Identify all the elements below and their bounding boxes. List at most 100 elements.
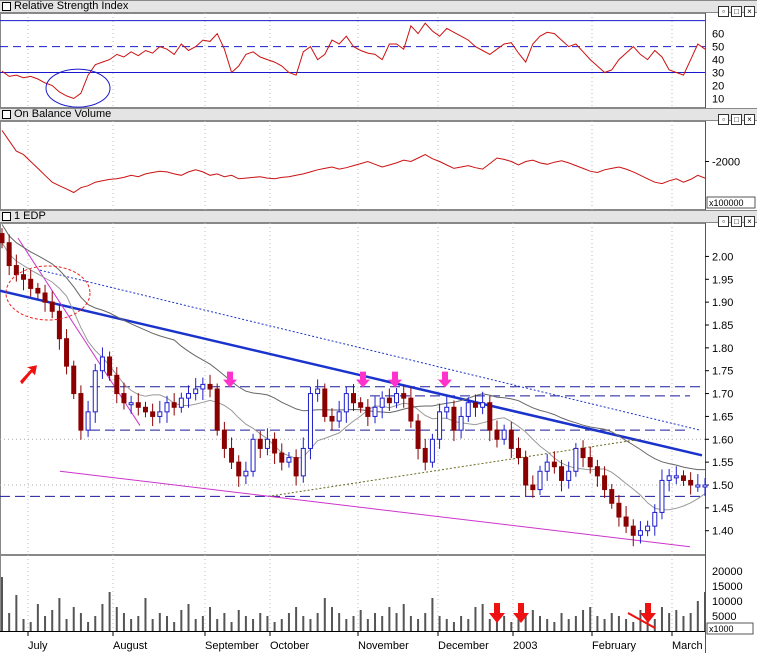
candle-body bbox=[286, 457, 292, 463]
candle-body bbox=[85, 411, 91, 431]
candle-body bbox=[386, 397, 392, 404]
price-tick-label: 1.65 bbox=[712, 411, 733, 423]
obv-title: On Balance Volume bbox=[14, 108, 112, 120]
pane-icon bbox=[2, 1, 11, 11]
candle-body bbox=[394, 393, 400, 404]
candle-body bbox=[530, 484, 536, 491]
price-tick-label: 1.90 bbox=[712, 297, 733, 309]
candle-body bbox=[157, 411, 163, 417]
candle-body bbox=[351, 393, 356, 404]
rsi-tick-label: 10 bbox=[712, 94, 724, 106]
candle-body bbox=[307, 393, 313, 449]
candle-body bbox=[28, 278, 34, 289]
candle-body bbox=[695, 484, 701, 488]
volume-pane: 20000 15000 10000 5000 x1000 July August Septem… bbox=[0, 555, 757, 653]
candle-body bbox=[451, 406, 457, 431]
x-tick-label: July bbox=[28, 640, 48, 652]
candle-body bbox=[56, 310, 62, 340]
obv-titlebar[interactable]: On Balance Volume ▫ □ × bbox=[0, 108, 757, 125]
pane-icon bbox=[2, 109, 11, 119]
rsi-title: Relative Strength Index bbox=[14, 0, 129, 12]
candle-body bbox=[272, 438, 278, 454]
candle-body bbox=[458, 415, 464, 431]
candle-body bbox=[551, 461, 557, 468]
x-tick-label: December bbox=[438, 640, 489, 652]
candle-body bbox=[243, 470, 249, 477]
volume-tick-label: 10000 bbox=[712, 596, 743, 608]
x-tick-label: February bbox=[592, 640, 637, 652]
candle-body bbox=[71, 365, 77, 395]
obv-pane: On Balance Volume ▫ □ × -2000 x100000 bbox=[0, 108, 757, 210]
candle-body bbox=[408, 397, 414, 422]
candle-body bbox=[666, 475, 672, 481]
x-tick-label: 2003 bbox=[513, 640, 537, 652]
candle-body bbox=[121, 393, 127, 404]
candle-body bbox=[142, 406, 148, 413]
candle-body bbox=[293, 457, 299, 477]
candle-body bbox=[221, 429, 227, 449]
candle-body bbox=[186, 393, 192, 399]
candle-body bbox=[200, 383, 206, 390]
candle-body bbox=[444, 406, 450, 413]
candle-body bbox=[659, 479, 665, 513]
price-tick-label: 1.40 bbox=[712, 526, 733, 538]
candle-body bbox=[637, 530, 643, 536]
candle-body bbox=[6, 242, 12, 267]
candle-body bbox=[300, 447, 306, 477]
candle-body bbox=[114, 374, 120, 395]
candle-body bbox=[544, 461, 550, 472]
candle-body bbox=[523, 457, 529, 486]
candle-body bbox=[437, 411, 443, 440]
price-tick-label: 1.70 bbox=[712, 389, 733, 401]
candle-body bbox=[702, 484, 708, 488]
candle-body bbox=[279, 452, 285, 463]
rsi-tick-label: 40 bbox=[712, 55, 724, 67]
x-tick-label: March bbox=[672, 640, 703, 652]
candle-body bbox=[99, 356, 105, 372]
candle-body bbox=[358, 402, 364, 408]
candle-body bbox=[630, 525, 636, 536]
candle-body bbox=[178, 397, 184, 408]
candle-body bbox=[42, 292, 48, 303]
candle-body bbox=[616, 502, 622, 518]
candle-body bbox=[688, 479, 694, 486]
candle-body bbox=[0, 233, 5, 244]
x-tick-label: August bbox=[113, 640, 147, 652]
candle-body bbox=[257, 438, 263, 449]
rsi-tick-label: 50 bbox=[712, 42, 724, 54]
candle-body bbox=[609, 489, 615, 504]
candle-body bbox=[35, 287, 41, 294]
candle-body bbox=[343, 393, 349, 413]
candle-body bbox=[587, 457, 593, 468]
candle-body bbox=[164, 402, 170, 413]
volume-chart: 20000 15000 10000 5000x1000 July August Septem… bbox=[0, 555, 754, 653]
candle-body bbox=[336, 411, 342, 422]
candle-body bbox=[372, 406, 378, 417]
candle-body bbox=[207, 383, 213, 390]
candle-body bbox=[21, 274, 27, 280]
candle-body bbox=[594, 466, 600, 477]
candle-body bbox=[680, 475, 686, 481]
candle-body bbox=[645, 525, 651, 532]
candle-body bbox=[150, 411, 156, 417]
obv-chart: -2000 x100000 bbox=[0, 121, 756, 210]
price-titlebar[interactable]: 1 EDP ▫ □ × bbox=[0, 210, 757, 227]
volume-multiplier: x1000 bbox=[709, 624, 734, 634]
candle-body bbox=[229, 447, 235, 463]
candle-body bbox=[49, 301, 55, 312]
candle-body bbox=[580, 447, 586, 459]
price-tick-label: 1.50 bbox=[712, 480, 733, 492]
candle-body bbox=[652, 511, 658, 527]
candle-body bbox=[379, 397, 385, 408]
candle-body bbox=[264, 438, 270, 449]
candle-body bbox=[401, 393, 407, 399]
candle-body bbox=[171, 402, 177, 408]
candle-body bbox=[214, 388, 220, 431]
rsi-tick-label: 30 bbox=[712, 68, 724, 80]
candle-body bbox=[673, 475, 679, 479]
candle-body bbox=[472, 402, 478, 408]
rsi-titlebar[interactable]: Relative Strength Index ▫ □ × bbox=[0, 0, 757, 17]
candle-body bbox=[566, 470, 572, 481]
candle-body bbox=[623, 516, 629, 527]
candle-body bbox=[602, 475, 608, 491]
